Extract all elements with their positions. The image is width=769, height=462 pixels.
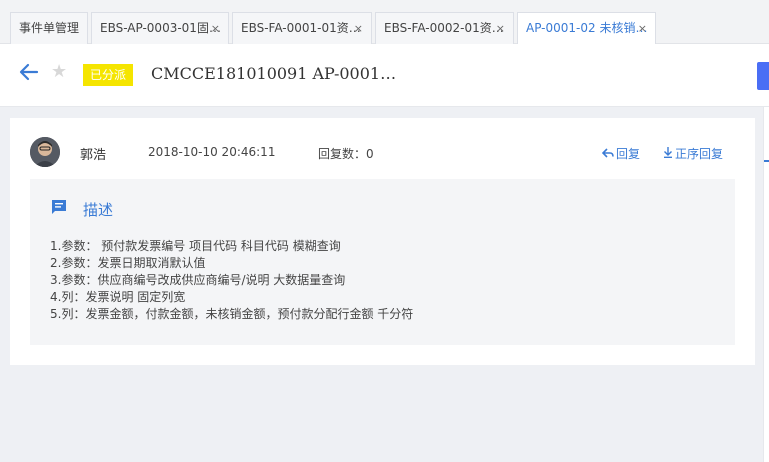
description-line: 5.列：发票金额，付款金额，未核销金额，预付款分配行金额 千分符	[50, 307, 414, 321]
arrow-left-icon[interactable]	[18, 61, 40, 83]
close-icon[interactable]: ×	[496, 13, 505, 44]
ticket-header: ★ 已分派 CMCCE181010091 AP-0001…	[0, 44, 769, 107]
description-body: 1.参数： 预付款发票编号 项目代码 科目代码 模糊查询 2.参数：发票日期取消…	[50, 238, 413, 323]
ordered-reply-label: 正序回复	[675, 147, 724, 161]
side-panel-tab-indicator[interactable]	[764, 160, 769, 162]
ordered-reply-button[interactable]: 正序回复	[663, 145, 723, 162]
tab-ebs-fa-0001[interactable]: EBS-FA-0001-01资… ×	[232, 12, 372, 44]
tab-label: EBS-AP-0003-01固…	[100, 21, 221, 35]
primary-action-button[interactable]	[757, 62, 769, 90]
close-icon[interactable]: ×	[638, 13, 647, 44]
tab-label: EBS-FA-0002-01资…	[384, 21, 504, 35]
description-line: 3.参数：供应商编号改成供应商编号/说明 大数据量查询	[50, 273, 346, 287]
page-title: CMCCE181010091 AP-0001…	[151, 64, 397, 83]
tab-ebs-fa-0002[interactable]: EBS-FA-0002-01资… ×	[375, 12, 514, 44]
tab-label: EBS-FA-0001-01资…	[241, 21, 361, 35]
reply-label: 回复	[616, 147, 641, 161]
description-line: 2.参数：发票日期取消默认值	[50, 256, 206, 270]
star-icon[interactable]: ★	[51, 61, 67, 83]
tab-label: AP-0001-02 未核销…	[526, 21, 648, 35]
user-avatar-icon	[30, 137, 60, 167]
avatar	[30, 137, 60, 167]
tab-label: 事件单管理	[19, 21, 80, 35]
description-title: 描述	[83, 201, 114, 219]
tab-ebs-ap-0003[interactable]: EBS-AP-0003-01固… ×	[91, 12, 229, 44]
tab-bar: 事件单管理 EBS-AP-0003-01固… × EBS-FA-0001-01资…	[0, 0, 769, 45]
comment-author: 郭浩	[80, 148, 107, 163]
reply-button[interactable]: 回复	[602, 145, 640, 162]
description-panel: 描述 1.参数： 预付款发票编号 项目代码 科目代码 模糊查询 2.参数：发票日…	[30, 179, 735, 345]
tab-ap-0001-02[interactable]: AP-0001-02 未核销… ×	[517, 12, 656, 45]
description-line: 1.参数： 预付款发票编号 项目代码 科目代码 模糊查询	[50, 239, 341, 253]
download-icon	[664, 147, 672, 158]
reply-count: 回复数：0	[318, 147, 374, 161]
status-badge: 已分派	[83, 64, 133, 86]
reply-icon	[602, 148, 614, 158]
message-icon	[52, 200, 66, 214]
close-icon[interactable]: ×	[211, 13, 220, 44]
description-line: 4.列：发票说明 固定列宽	[50, 290, 186, 304]
comment-card: 郭浩 2018-10-10 20:46:11 回复数：0 回复 正序回复 描述 …	[10, 118, 755, 365]
tab-incident-management[interactable]: 事件单管理	[10, 12, 88, 44]
comment-time: 2018-10-10 20:46:11	[148, 145, 276, 159]
close-icon[interactable]: ×	[354, 13, 363, 44]
